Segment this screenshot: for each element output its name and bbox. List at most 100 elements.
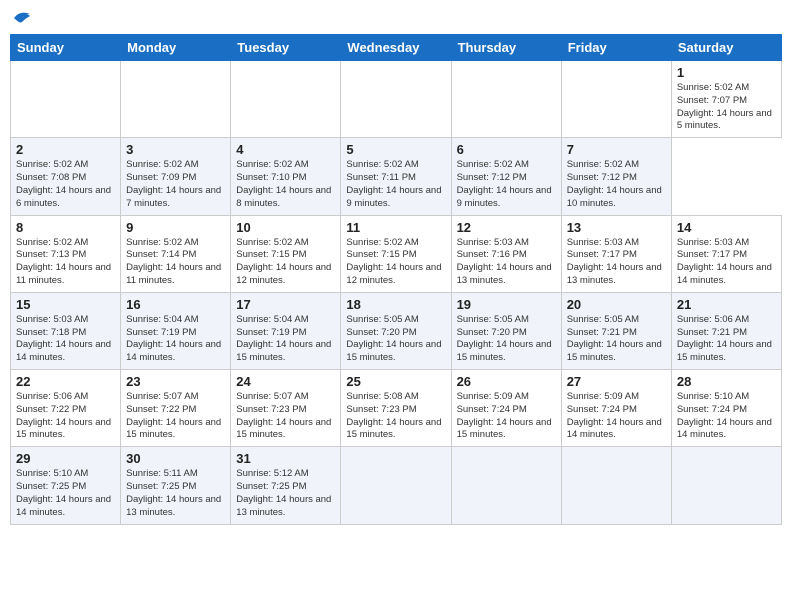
day-number: 9 <box>126 220 225 235</box>
empty-cell <box>671 447 781 524</box>
col-header-monday: Monday <box>121 35 231 61</box>
day-info: Sunrise: 5:02 AMSunset: 7:15 PMDaylight:… <box>346 237 445 288</box>
empty-cell <box>451 447 561 524</box>
calendar-day-26: 26 Sunrise: 5:09 AMSunset: 7:24 PMDayligh… <box>451 370 561 447</box>
calendar-day-27: 27 Sunrise: 5:09 AMSunset: 7:24 PMDayligh… <box>561 370 671 447</box>
day-number: 7 <box>567 142 666 157</box>
calendar-week-2: 2 Sunrise: 5:02 AMSunset: 7:08 PMDaylight… <box>11 138 782 215</box>
day-info: Sunrise: 5:09 AMSunset: 7:24 PMDaylight:… <box>457 391 556 442</box>
calendar-day-21: 21 Sunrise: 5:06 AMSunset: 7:21 PMDayligh… <box>671 292 781 369</box>
col-header-saturday: Saturday <box>671 35 781 61</box>
day-info: Sunrise: 5:06 AMSunset: 7:21 PMDaylight:… <box>677 314 776 365</box>
calendar-day-7: 7 Sunrise: 5:02 AMSunset: 7:12 PMDaylight… <box>561 138 671 215</box>
logo-bird-icon <box>12 10 32 26</box>
day-number: 19 <box>457 297 556 312</box>
calendar-week-6: 29 Sunrise: 5:10 AMSunset: 7:25 PMDayligh… <box>11 447 782 524</box>
day-number: 11 <box>346 220 445 235</box>
day-info: Sunrise: 5:03 AMSunset: 7:18 PMDaylight:… <box>16 314 115 365</box>
day-number: 24 <box>236 374 335 389</box>
empty-cell <box>231 61 341 138</box>
day-number: 10 <box>236 220 335 235</box>
day-info: Sunrise: 5:03 AMSunset: 7:16 PMDaylight:… <box>457 237 556 288</box>
calendar-day-8: 8 Sunrise: 5:02 AMSunset: 7:13 PMDaylight… <box>11 215 121 292</box>
day-info: Sunrise: 5:07 AMSunset: 7:23 PMDaylight:… <box>236 391 335 442</box>
col-header-wednesday: Wednesday <box>341 35 451 61</box>
calendar-day-3: 3Sunrise: 5:02 AMSunset: 7:09 PMDaylight… <box>121 138 231 215</box>
day-number: 23 <box>126 374 225 389</box>
calendar-table: SundayMondayTuesdayWednesdayThursdayFrid… <box>10 34 782 525</box>
day-info: Sunrise: 5:02 AMSunset: 7:13 PMDaylight:… <box>16 237 115 288</box>
day-number: 14 <box>677 220 776 235</box>
calendar-week-3: 8 Sunrise: 5:02 AMSunset: 7:13 PMDaylight… <box>11 215 782 292</box>
calendar-day-6: 6 Sunrise: 5:02 AMSunset: 7:12 PMDaylight… <box>451 138 561 215</box>
day-info: Sunrise: 5:02 AMSunset: 7:08 PMDaylight:… <box>16 159 115 210</box>
calendar-day-31: 31Sunrise: 5:12 AMSunset: 7:25 PMDayligh… <box>231 447 341 524</box>
day-info: Sunrise: 5:02 AMSunset: 7:15 PMDaylight:… <box>236 237 335 288</box>
calendar-week-4: 15 Sunrise: 5:03 AMSunset: 7:18 PMDayligh… <box>11 292 782 369</box>
col-header-sunday: Sunday <box>11 35 121 61</box>
day-info: Sunrise: 5:08 AMSunset: 7:23 PMDaylight:… <box>346 391 445 442</box>
day-info: Sunrise: 5:02 AMSunset: 7:11 PMDaylight:… <box>346 159 445 210</box>
calendar-day-4: 4 Sunrise: 5:02 AMSunset: 7:10 PMDaylight… <box>231 138 341 215</box>
day-number: 20 <box>567 297 666 312</box>
day-info: Sunrise: 5:04 AMSunset: 7:19 PMDaylight:… <box>126 314 225 365</box>
calendar-day-11: 11 Sunrise: 5:02 AMSunset: 7:15 PMDayligh… <box>341 215 451 292</box>
day-info: Sunrise: 5:05 AMSunset: 7:21 PMDaylight:… <box>567 314 666 365</box>
day-info: Sunrise: 5:05 AMSunset: 7:20 PMDaylight:… <box>346 314 445 365</box>
day-info: Sunrise: 5:02 AMSunset: 7:12 PMDaylight:… <box>457 159 556 210</box>
calendar-day-14: 14 Sunrise: 5:03 AMSunset: 7:17 PMDayligh… <box>671 215 781 292</box>
calendar-day-25: 25Sunrise: 5:08 AMSunset: 7:23 PMDayligh… <box>341 370 451 447</box>
day-number: 30 <box>126 451 225 466</box>
day-number: 31 <box>236 451 335 466</box>
calendar-day-16: 16Sunrise: 5:04 AMSunset: 7:19 PMDayligh… <box>121 292 231 369</box>
day-info: Sunrise: 5:03 AMSunset: 7:17 PMDaylight:… <box>677 237 776 288</box>
calendar-day-1: 1Sunrise: 5:02 AMSunset: 7:07 PMDaylight… <box>671 61 781 138</box>
day-number: 2 <box>16 142 115 157</box>
header-row: SundayMondayTuesdayWednesdayThursdayFrid… <box>11 35 782 61</box>
day-info: Sunrise: 5:09 AMSunset: 7:24 PMDaylight:… <box>567 391 666 442</box>
day-number: 13 <box>567 220 666 235</box>
calendar-day-10: 10 Sunrise: 5:02 AMSunset: 7:15 PMDayligh… <box>231 215 341 292</box>
day-info: Sunrise: 5:06 AMSunset: 7:22 PMDaylight:… <box>16 391 115 442</box>
day-number: 15 <box>16 297 115 312</box>
calendar-day-24: 24 Sunrise: 5:07 AMSunset: 7:23 PMDayligh… <box>231 370 341 447</box>
calendar-week-5: 22Sunrise: 5:06 AMSunset: 7:22 PMDayligh… <box>11 370 782 447</box>
col-header-friday: Friday <box>561 35 671 61</box>
col-header-thursday: Thursday <box>451 35 561 61</box>
day-info: Sunrise: 5:10 AMSunset: 7:25 PMDaylight:… <box>16 468 115 519</box>
day-info: Sunrise: 5:05 AMSunset: 7:20 PMDaylight:… <box>457 314 556 365</box>
calendar-day-29: 29 Sunrise: 5:10 AMSunset: 7:25 PMDayligh… <box>11 447 121 524</box>
calendar-day-22: 22Sunrise: 5:06 AMSunset: 7:22 PMDayligh… <box>11 370 121 447</box>
day-number: 5 <box>346 142 445 157</box>
calendar-day-18: 18 Sunrise: 5:05 AMSunset: 7:20 PMDayligh… <box>341 292 451 369</box>
day-number: 21 <box>677 297 776 312</box>
day-number: 27 <box>567 374 666 389</box>
day-number: 18 <box>346 297 445 312</box>
day-info: Sunrise: 5:02 AMSunset: 7:09 PMDaylight:… <box>126 159 225 210</box>
col-header-tuesday: Tuesday <box>231 35 341 61</box>
calendar-day-2: 2 Sunrise: 5:02 AMSunset: 7:08 PMDaylight… <box>11 138 121 215</box>
day-number: 12 <box>457 220 556 235</box>
day-info: Sunrise: 5:03 AMSunset: 7:17 PMDaylight:… <box>567 237 666 288</box>
calendar-day-20: 20 Sunrise: 5:05 AMSunset: 7:21 PMDayligh… <box>561 292 671 369</box>
empty-cell <box>11 61 121 138</box>
day-info: Sunrise: 5:10 AMSunset: 7:24 PMDaylight:… <box>677 391 776 442</box>
calendar-day-9: 9 Sunrise: 5:02 AMSunset: 7:14 PMDaylight… <box>121 215 231 292</box>
day-number: 28 <box>677 374 776 389</box>
day-info: Sunrise: 5:02 AMSunset: 7:14 PMDaylight:… <box>126 237 225 288</box>
calendar-day-12: 12 Sunrise: 5:03 AMSunset: 7:16 PMDayligh… <box>451 215 561 292</box>
empty-cell <box>561 61 671 138</box>
calendar-day-23: 23Sunrise: 5:07 AMSunset: 7:22 PMDayligh… <box>121 370 231 447</box>
day-number: 29 <box>16 451 115 466</box>
day-number: 6 <box>457 142 556 157</box>
empty-cell <box>561 447 671 524</box>
page-header <box>10 10 782 26</box>
day-number: 26 <box>457 374 556 389</box>
day-info: Sunrise: 5:11 AMSunset: 7:25 PMDaylight:… <box>126 468 225 519</box>
empty-cell <box>341 61 451 138</box>
day-info: Sunrise: 5:02 AMSunset: 7:12 PMDaylight:… <box>567 159 666 210</box>
empty-cell <box>451 61 561 138</box>
day-number: 4 <box>236 142 335 157</box>
day-number: 8 <box>16 220 115 235</box>
day-info: Sunrise: 5:02 AMSunset: 7:10 PMDaylight:… <box>236 159 335 210</box>
